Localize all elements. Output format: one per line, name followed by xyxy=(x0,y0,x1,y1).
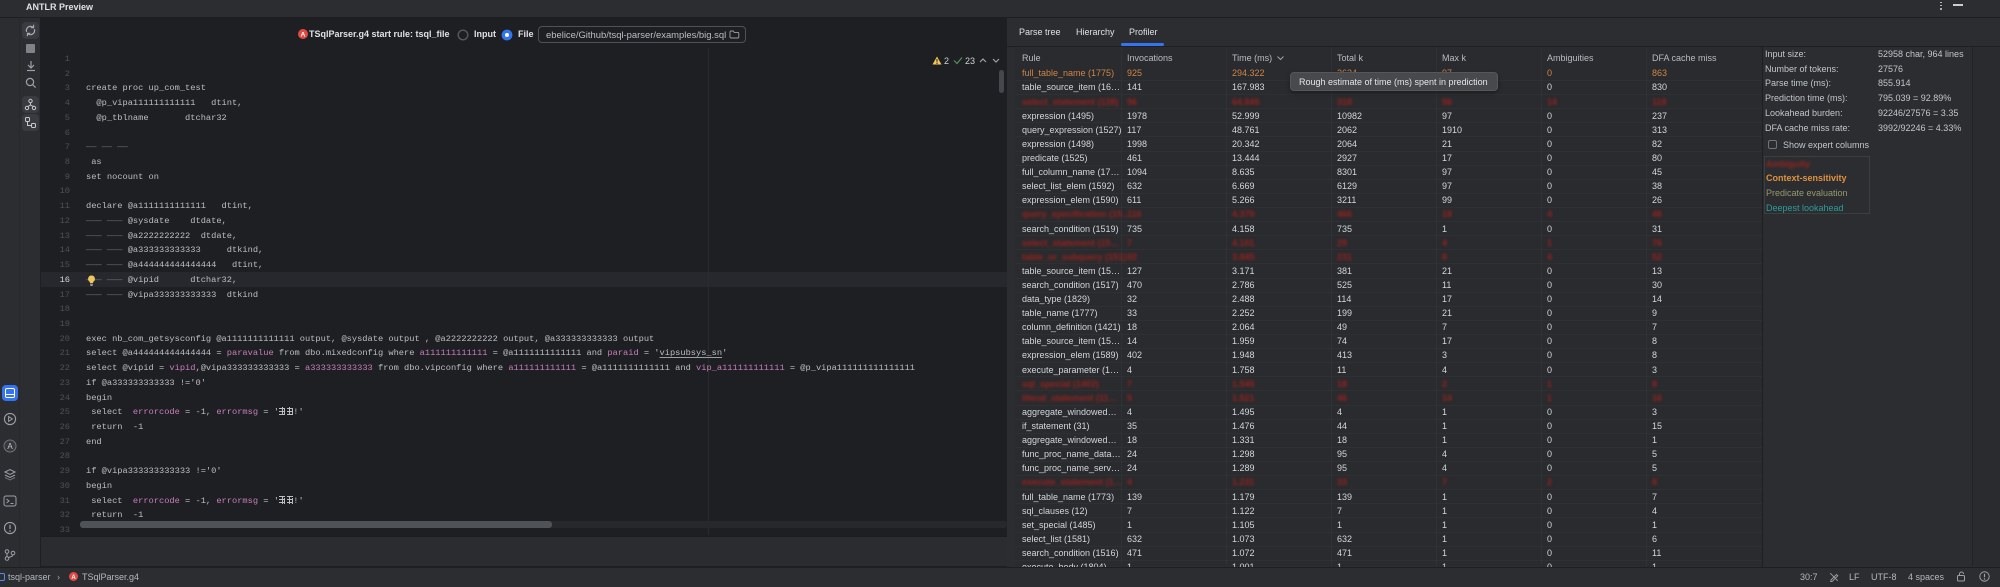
svg-text:A: A xyxy=(71,575,76,581)
svg-text:A: A xyxy=(301,31,306,38)
